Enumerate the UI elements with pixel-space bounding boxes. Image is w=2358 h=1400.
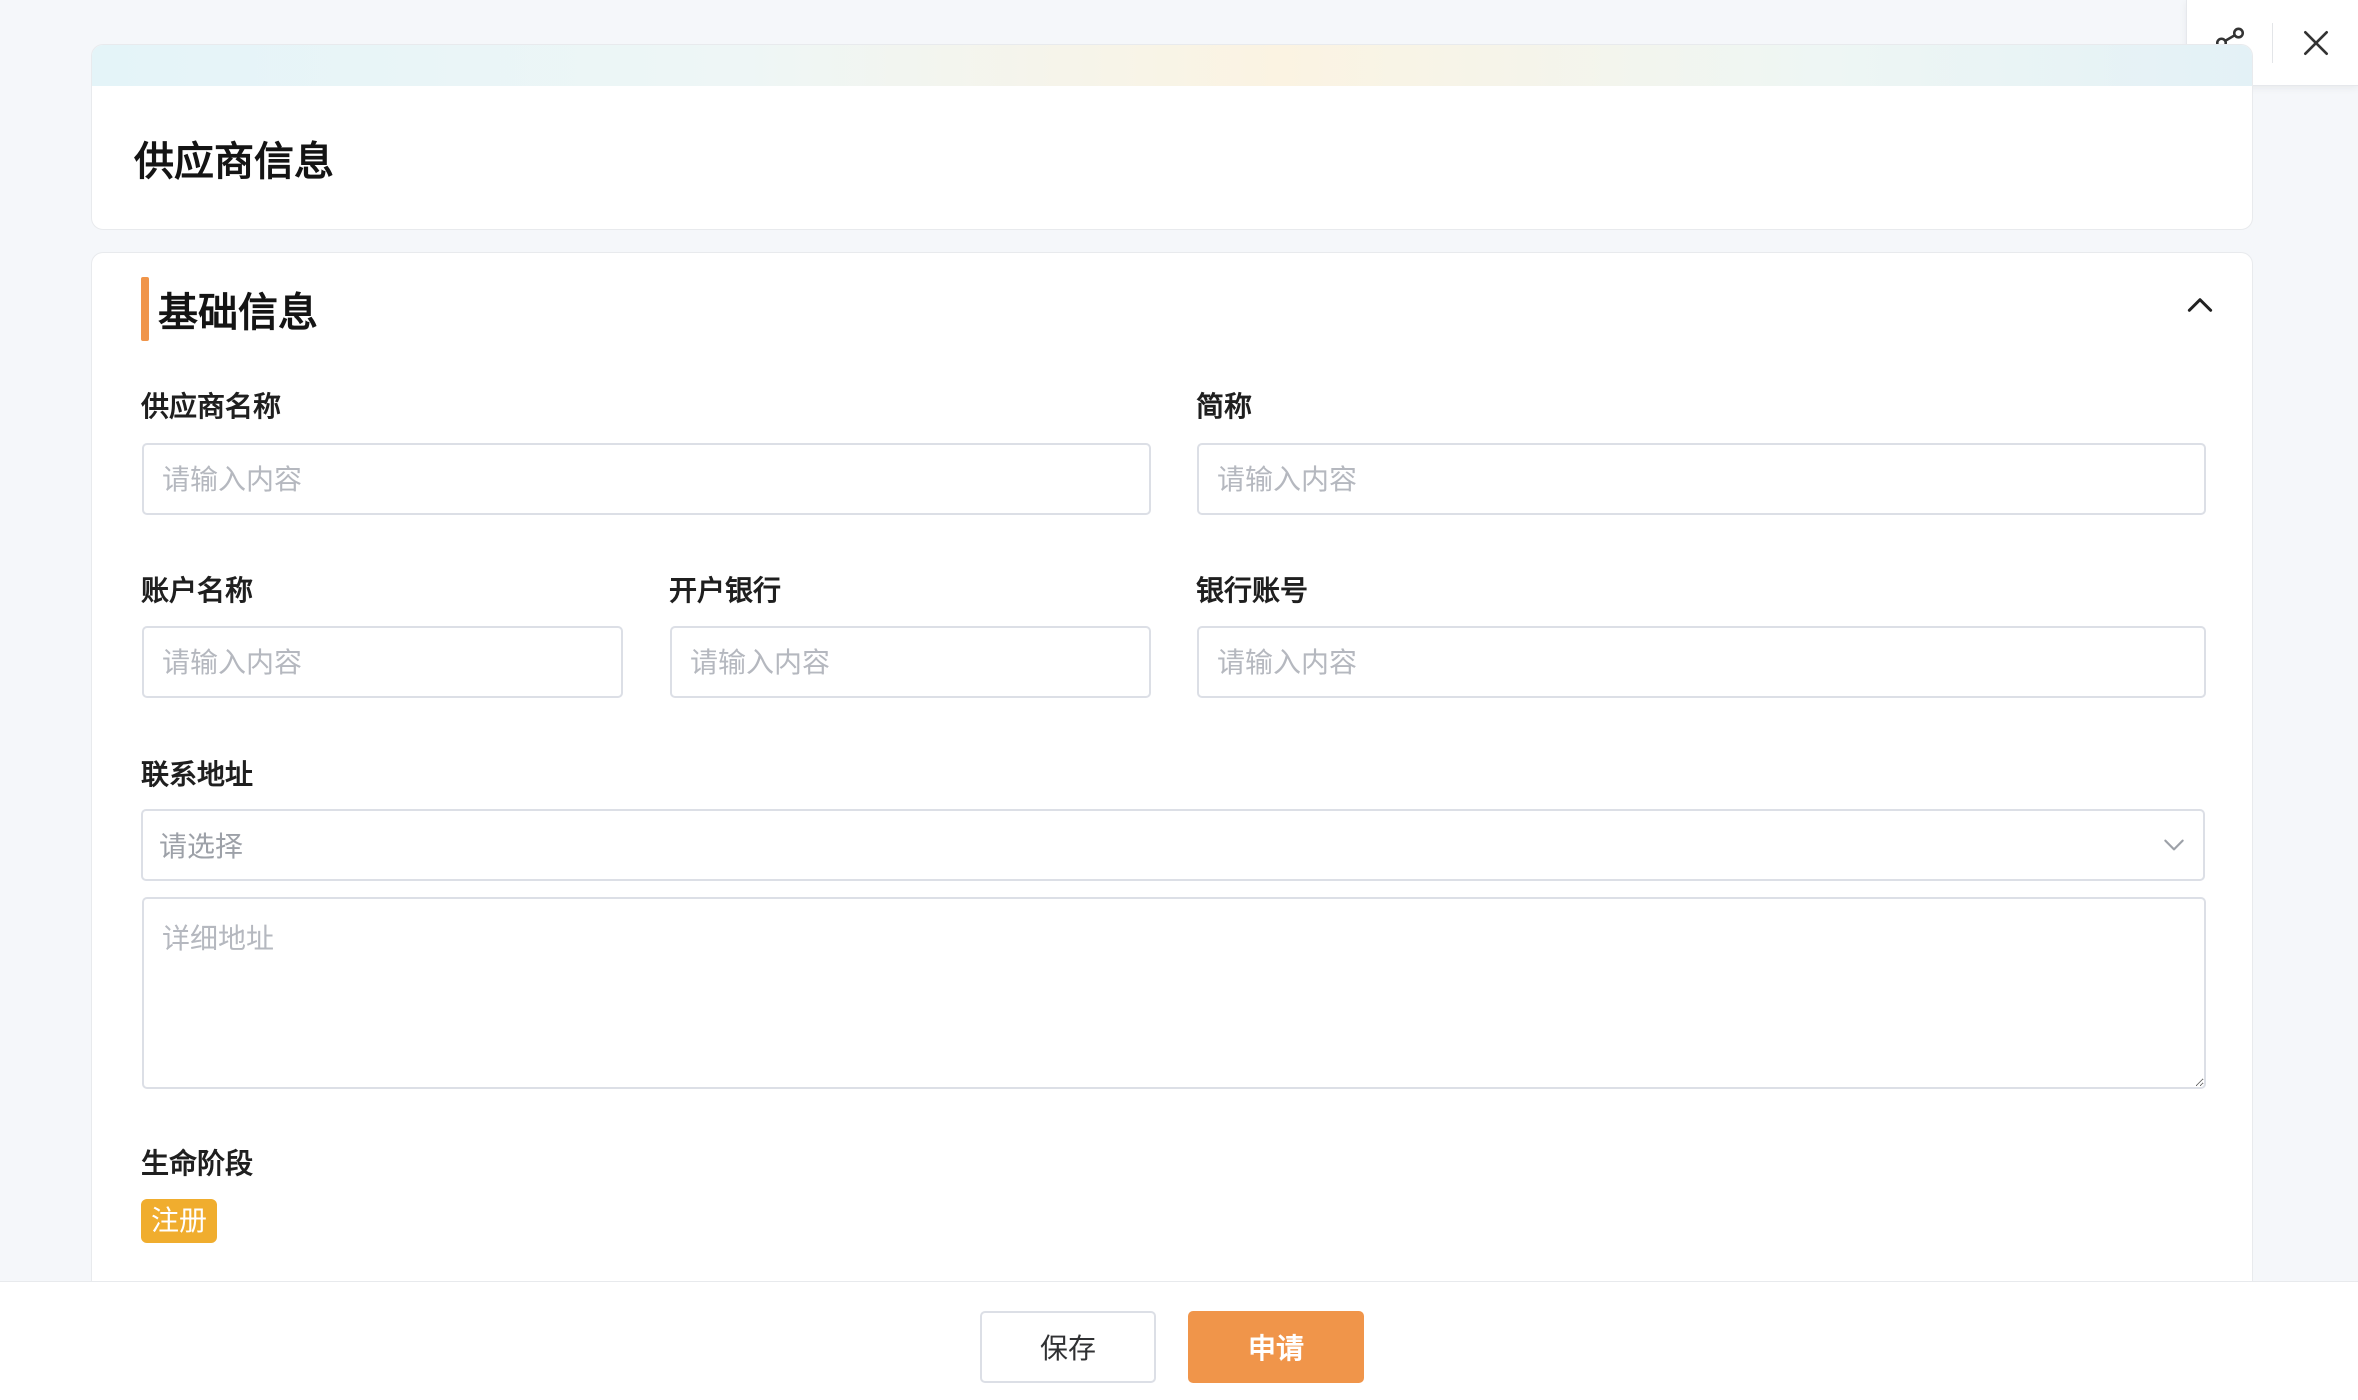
short-name-input[interactable] [1197,443,2206,515]
region-select-placeholder: 请选择 [159,830,244,863]
short-name-label: 简称 [1196,390,1253,423]
bank-account-label: 银行账号 [1196,574,1309,607]
lifecycle-label: 生命阶段 [141,1147,254,1180]
supplier-name-label: 供应商名称 [141,390,282,423]
page: 供应商信息 基础信息 供应商名称 简称 账户名称 开户银行 银行账号 联系地址 … [0,0,2358,1400]
region-select[interactable]: 请选择 [141,809,2205,881]
close-button[interactable] [2273,0,2358,86]
section-accent-bar [141,277,149,341]
save-button[interactable]: 保存 [980,1311,1156,1383]
lifecycle-tag: 注册 [141,1199,218,1243]
bank-label: 开户银行 [669,574,782,607]
bank-input[interactable] [670,626,1151,698]
bank-account-input[interactable] [1197,626,2206,698]
chevron-down-icon [2164,839,2184,851]
supplier-name-input[interactable] [142,443,1151,515]
account-name-label: 账户名称 [141,574,254,607]
basic-info-card: 基础信息 供应商名称 简称 账户名称 开户银行 银行账号 联系地址 请选择 [91,252,2253,1292]
close-icon [2303,30,2328,55]
footer-bar: 保存 申请 [0,1281,2358,1400]
section-header: 基础信息 [141,277,318,341]
page-title: 供应商信息 [134,139,334,185]
section-title: 基础信息 [158,290,318,336]
collapse-button[interactable] [2182,287,2218,323]
header-gradient-strip [92,45,2252,86]
account-name-input[interactable] [142,626,623,698]
chevron-up-icon [2187,298,2213,312]
apply-button[interactable]: 申请 [1188,1311,1364,1383]
detail-address-textarea[interactable] [142,897,2206,1089]
header-card: 供应商信息 [91,44,2253,230]
address-label: 联系地址 [141,758,254,791]
